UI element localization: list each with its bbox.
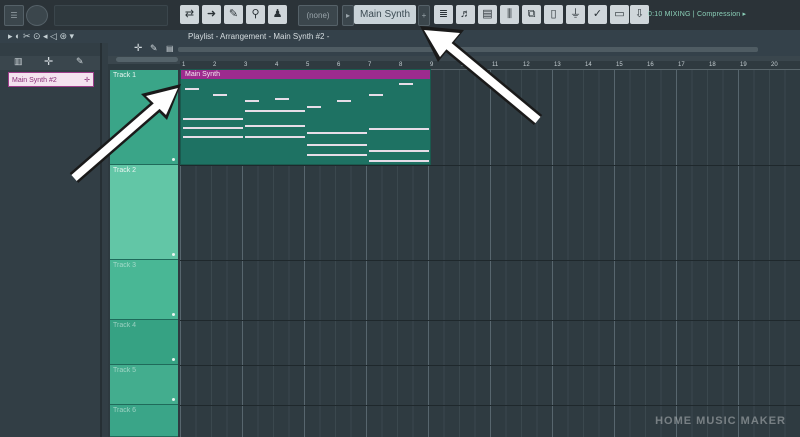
- bar-number: 1: [182, 62, 186, 68]
- pencil-icon[interactable]: ✎: [150, 43, 158, 54]
- note: [369, 94, 383, 96]
- note: [369, 150, 429, 152]
- hint-bar-text: 0:10 MIXING | Compression ▸: [648, 11, 747, 18]
- plug-icon[interactable]: ⏚: [566, 5, 585, 24]
- bar-number: 17: [678, 62, 685, 68]
- track-divider: [180, 405, 800, 406]
- watermark: HOME MUSIC MAKER: [655, 415, 786, 427]
- note: [183, 118, 243, 120]
- arrow-right-icon[interactable]: ➜: [202, 5, 221, 24]
- zoom-slider[interactable]: [116, 57, 178, 62]
- bar-number: 14: [585, 62, 592, 68]
- picker-tools: ▥ ✛ ✎: [0, 56, 100, 70]
- note: [337, 100, 351, 102]
- pattern-prev-button[interactable]: ▸: [342, 5, 354, 26]
- track-label: Track 1: [113, 72, 137, 79]
- record-knob-icon[interactable]: [26, 5, 48, 26]
- track-label: Track 6: [113, 407, 137, 414]
- clip-title: Main Synth: [185, 71, 221, 78]
- track-divider: [180, 260, 800, 261]
- note: [245, 125, 305, 127]
- picker-add-icon[interactable]: ✛: [44, 55, 53, 68]
- bar-number: 2: [213, 62, 217, 68]
- track-header-6[interactable]: Track 6: [110, 405, 178, 437]
- breadcrumb: Playlist - Arrangement - Main Synth #2 -: [188, 32, 330, 41]
- track-label: Track 4: [113, 322, 137, 329]
- download-icon[interactable]: ⇩: [630, 5, 649, 24]
- track-header-3[interactable]: Track 3: [110, 260, 178, 320]
- track-dot-icon: [172, 253, 175, 256]
- note: [275, 98, 289, 100]
- note: [183, 127, 243, 129]
- bar-number: 13: [554, 62, 561, 68]
- bar-number: 19: [740, 62, 747, 68]
- track-dot-icon: [172, 313, 175, 316]
- add-track-icon[interactable]: ✛: [134, 43, 142, 54]
- pattern-clip[interactable]: Main Synth: [180, 69, 431, 165]
- bar-number: 7: [368, 62, 372, 68]
- pattern-dropdown[interactable]: (none): [298, 5, 338, 26]
- note: [245, 100, 259, 102]
- stamp-icon[interactable]: ♟: [268, 5, 287, 24]
- main-toolbar: ☰ ⇄ ➜ ✎ ⚲ ♟ (none) ▸ Main Synth + ≣ ♬ ▤ …: [0, 0, 800, 31]
- picker-view-icon[interactable]: ▥: [14, 56, 23, 67]
- pattern-name-display[interactable]: Main Synth: [354, 5, 416, 24]
- bar-number: 6: [337, 62, 341, 68]
- note: [307, 132, 367, 134]
- track-header-5[interactable]: Track 5: [110, 365, 178, 405]
- picker-edit-icon[interactable]: ✎: [76, 56, 84, 67]
- annotation-arrow-right: [420, 26, 543, 126]
- track-label: Track 3: [113, 262, 137, 269]
- tuning-fork-icon[interactable]: ✓: [588, 5, 607, 24]
- track-label: Track 5: [113, 367, 137, 374]
- bar-number: 15: [616, 62, 623, 68]
- note: [307, 144, 367, 146]
- bar-number: 20: [771, 62, 778, 68]
- note: [307, 154, 367, 156]
- bar-number: 5: [306, 62, 310, 68]
- bar-number: 4: [275, 62, 279, 68]
- bar-number: 3: [244, 62, 248, 68]
- track-dot-icon: [172, 398, 175, 401]
- master-volume-slider[interactable]: [54, 5, 168, 26]
- note: [369, 160, 429, 162]
- track-divider: [180, 165, 800, 166]
- note: [245, 110, 305, 112]
- note: [183, 136, 243, 138]
- bar-number: 8: [399, 62, 403, 68]
- note: [307, 106, 321, 108]
- track-dot-icon: [172, 358, 175, 361]
- track-divider: [180, 320, 800, 321]
- annotation-arrow-left: [69, 84, 181, 183]
- view-icon[interactable]: ▤: [166, 44, 174, 53]
- bar-number: 16: [647, 62, 654, 68]
- bookmark-icon[interactable]: ▭: [610, 5, 629, 24]
- playlist-titlebar: [0, 30, 800, 43]
- bar-number: 18: [709, 62, 716, 68]
- note: [399, 83, 413, 85]
- window-controls-icon[interactable]: ▸ ◐ ✂ ⊙ ◂ ◁ ⊛ ▾: [8, 31, 74, 42]
- track-divider: [180, 365, 800, 366]
- brush-icon[interactable]: ✎: [224, 5, 243, 24]
- menu-icon[interactable]: ☰: [4, 5, 24, 26]
- link-icon[interactable]: ⚲: [246, 5, 265, 24]
- note: [213, 94, 227, 96]
- snap-icon[interactable]: ⇄: [180, 5, 199, 24]
- picker-item-label: Main Synth #2: [12, 77, 57, 84]
- clip-header[interactable]: Main Synth: [181, 70, 430, 79]
- note: [245, 136, 305, 138]
- track-header-4[interactable]: Track 4: [110, 320, 178, 365]
